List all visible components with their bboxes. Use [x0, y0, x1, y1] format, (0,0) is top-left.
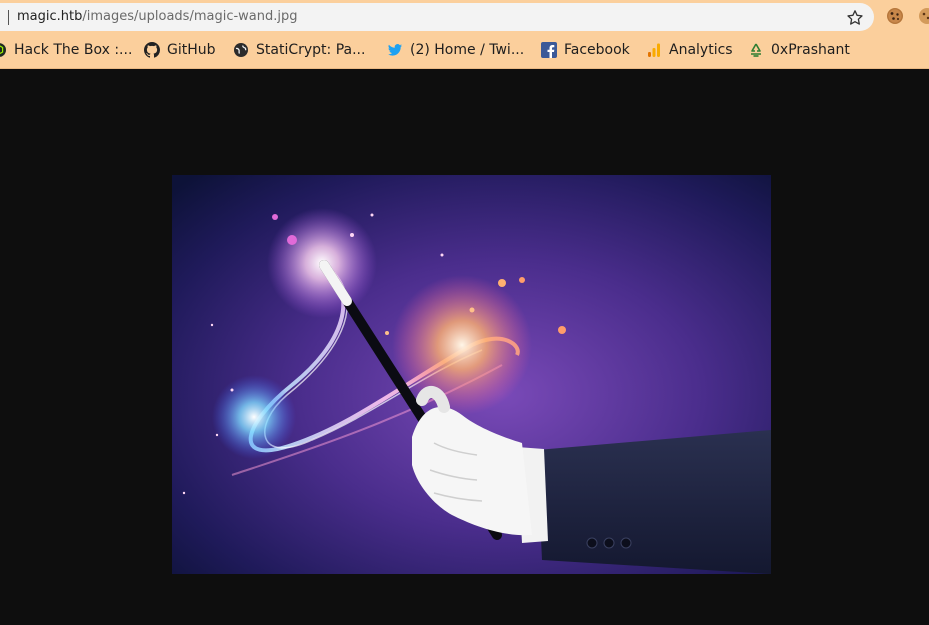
- bookmark-analytics[interactable]: Analytics: [646, 33, 741, 67]
- star-icon[interactable]: [846, 9, 864, 27]
- bookmark-label: Facebook: [564, 42, 630, 58]
- bookmarks-bar: Hack The Box :... GitHub StatiCrypt: Pa.…: [0, 33, 929, 69]
- address-bar[interactable]: magic.htb/images/uploads/magic-wand.jpg: [0, 3, 874, 31]
- cookie-icon[interactable]: [885, 6, 905, 26]
- bookmark-facebook[interactable]: Facebook: [541, 33, 636, 67]
- bookmark-label: 0xPrashant: [771, 42, 850, 58]
- recycle-icon: [751, 43, 761, 57]
- bookmark-label: GitHub: [167, 42, 216, 58]
- bookmark-label: Hack The Box :...: [14, 42, 131, 58]
- bookmark-0xprashant[interactable]: 0xPrashant: [748, 33, 858, 67]
- facebook-icon: [541, 42, 557, 58]
- htb-icon: [0, 43, 6, 57]
- url-host: magic.htb: [17, 9, 83, 24]
- github-icon: [144, 42, 160, 58]
- globe-icon: [234, 43, 248, 57]
- bookmark-label: Analytics: [669, 42, 733, 58]
- url-text[interactable]: magic.htb/images/uploads/magic-wand.jpg: [17, 9, 298, 25]
- url-path: /images/uploads/magic-wand.jpg: [82, 9, 298, 24]
- analytics-icon: [648, 43, 660, 57]
- bookmark-htb[interactable]: Hack The Box :...: [0, 33, 131, 67]
- text-cursor: [8, 10, 9, 25]
- bookmark-label: (2) Home / Twi...: [410, 42, 525, 58]
- twitter-icon: [388, 44, 402, 56]
- magic-wand-image[interactable]: [172, 175, 771, 574]
- bookmark-label: StatiCrypt: Pa...: [256, 42, 366, 58]
- bookmark-twitter[interactable]: (2) Home / Twi...: [387, 33, 527, 67]
- bookmark-github[interactable]: GitHub: [144, 33, 224, 67]
- bookmark-staticrypt[interactable]: StatiCrypt: Pa...: [233, 33, 368, 67]
- browser-toolbar: magic.htb/images/uploads/magic-wand.jpg: [0, 0, 929, 33]
- cookie-icon[interactable]: [917, 6, 929, 26]
